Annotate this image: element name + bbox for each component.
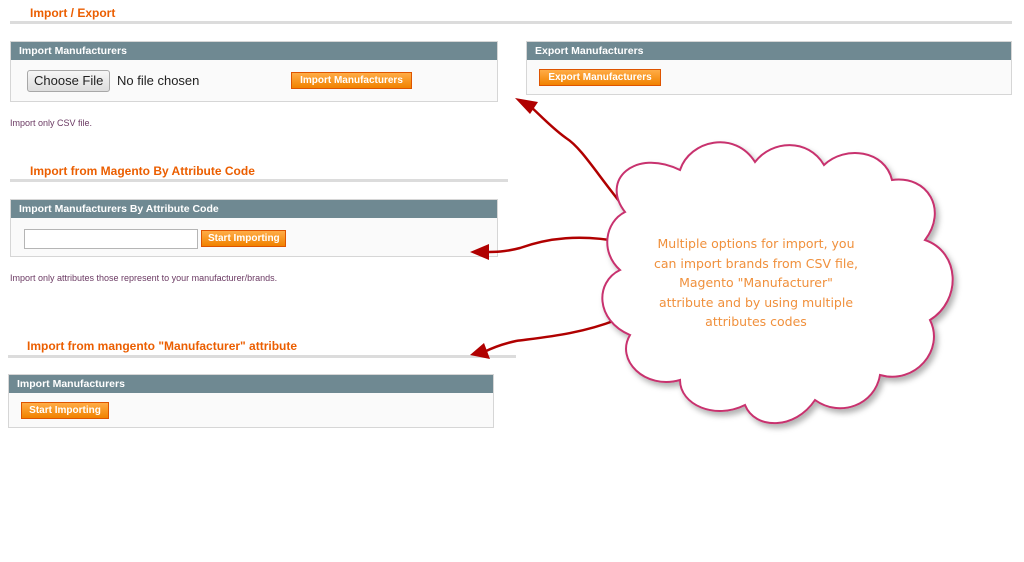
- callout-line: attributes codes: [705, 314, 807, 329]
- callout-line: Multiple options for import, you: [657, 236, 855, 251]
- callout-text: Multiple options for import, you can imp…: [638, 234, 874, 332]
- arrow-to-attribute-code: [470, 236, 623, 260]
- callout-line: attribute and by using multiple: [658, 294, 854, 310]
- callout-line: Magento "Manufacturer": [679, 275, 833, 290]
- arrow-to-manufacturer-attribute: [470, 318, 617, 359]
- arrow-to-csv-import: [515, 98, 629, 213]
- callout-line: can import brands from CSV file,: [653, 255, 858, 271]
